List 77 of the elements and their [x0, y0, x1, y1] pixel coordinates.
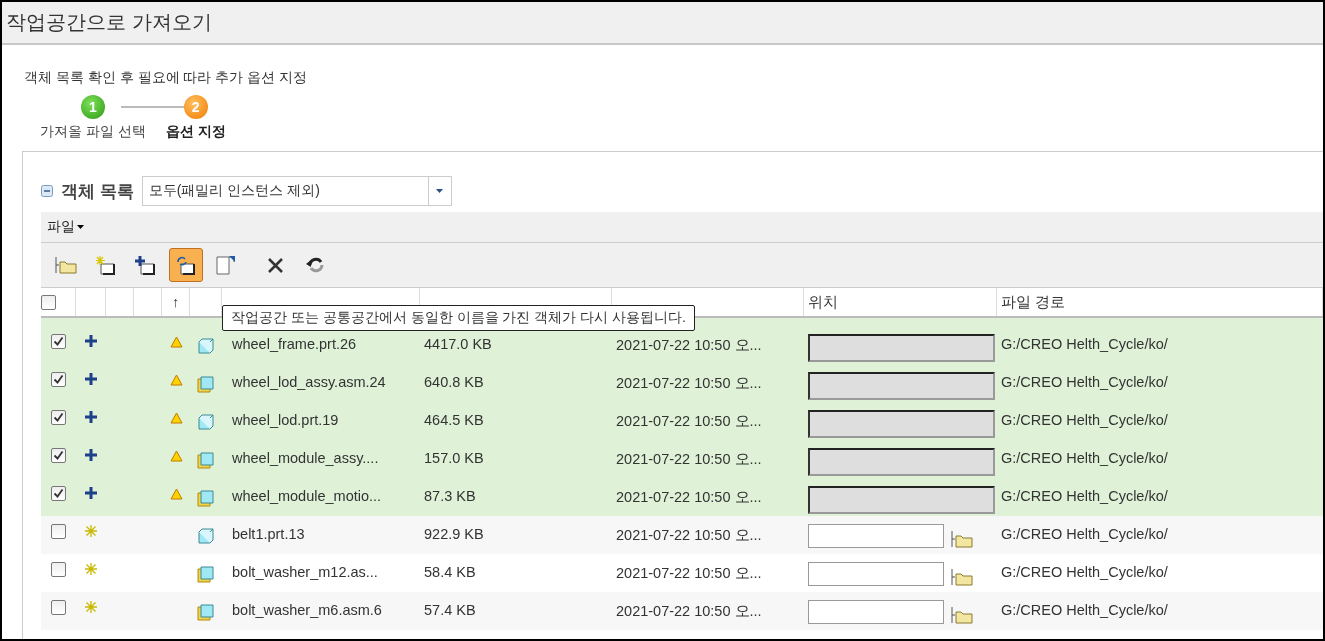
folder-button[interactable] — [950, 604, 974, 624]
file-size: 87.3 KB — [424, 488, 476, 504]
file-size: 464.5 KB — [424, 412, 484, 428]
location-field[interactable] — [808, 524, 944, 548]
file-name: bolt_washer_m12.as... — [232, 564, 378, 580]
column-header[interactable]: ↑ — [171, 294, 180, 310]
file-name: wheel_module_motio... — [232, 488, 382, 504]
plus-box-icon — [134, 254, 158, 276]
window-title: 작업공간으로 가져오기 — [5, 10, 212, 35]
file-size: 640.8 KB — [424, 374, 484, 390]
file-size: 57.4 KB — [424, 602, 476, 618]
file-name: wheel_lod.prt.19 — [232, 412, 339, 428]
table-row[interactable]: wheel_lod.prt.19 464.5 KB 2021-07-22 10:50 오... G:/CREO Helth_Cycle/ko/ — [41, 402, 1323, 440]
table-row[interactable]: wheel_lod_assy.asm.24 640.8 KB 2021-07-22 10:50 오... G:/CREO Helth_Cycle/ko/ — [41, 364, 1323, 402]
table-row[interactable]: wheel_module_motio... 87.3 KB 2021-07-22 10:50 오... G:/CREO Helth_Cycle/ko/ — [41, 478, 1323, 516]
file-size: 4417.0 KB — [424, 336, 492, 352]
reuse-button[interactable] — [169, 248, 203, 282]
modified-date: 2021-07-22 10:50 오... — [616, 412, 762, 431]
filter-dropdown[interactable]: 모두(패밀리 인스턴스 제외) — [141, 176, 452, 206]
modified-date: 2021-07-22 10:50 오... — [616, 602, 762, 621]
collapse-icon[interactable] — [41, 185, 53, 197]
file-path: G:/CREO Helth_Cycle/ko/ — [1001, 602, 1168, 618]
location-field[interactable] — [808, 562, 944, 586]
recycle-box-icon — [174, 254, 198, 276]
row-checkbox[interactable] — [51, 334, 66, 349]
tooltip: 작업공간 또는 공통공간에서 동일한 이름을 가진 객체가 다시 사용됩니다. — [222, 305, 695, 331]
step-label: 가져올 파일 선택 — [40, 123, 146, 141]
row-checkbox[interactable] — [51, 524, 66, 539]
file-path: G:/CREO Helth_Cycle/ko/ — [1001, 450, 1168, 466]
file-path: G:/CREO Helth_Cycle/ko/ — [1001, 526, 1168, 542]
row-checkbox[interactable] — [51, 372, 66, 387]
modified-date: 2021-07-22 10:50 오... — [616, 564, 762, 583]
caret-icon — [436, 189, 444, 193]
table-row[interactable]: bolt_washer_m12.as... 58.4 KB 2021-07-22 10:50 오... G:/CREO Helth_Cycle/ko/ — [41, 554, 1323, 592]
row-checkbox[interactable] — [51, 486, 66, 501]
modified-date: 2021-07-22 10:50 오... — [616, 374, 762, 393]
file-path: G:/CREO Helth_Cycle/ko/ — [1001, 488, 1168, 504]
row-checkbox[interactable] — [51, 448, 66, 463]
step-label: 옵션 지정 — [165, 123, 226, 141]
modified-date: 2021-07-22 10:50 오... — [616, 450, 762, 469]
file-size: 922.9 KB — [424, 526, 484, 542]
file-path: G:/CREO Helth_Cycle/ko/ — [1001, 412, 1168, 428]
table-row[interactable]: bolt_washer_m6.asm.6 57.4 KB 2021-07-22 10:50 오... G:/CREO Helth_Cycle/ko/ — [41, 592, 1323, 630]
location-field[interactable] — [808, 600, 944, 624]
file-name: wheel_frame.prt.26 — [232, 336, 357, 352]
table-row[interactable]: wheel_frame.prt.26 4417.0 KB 2021-07-22 10:50 오... G:/CREO Helth_Cycle/ko/ — [41, 326, 1323, 364]
file-name: bolt_washer_m6.asm.6 — [232, 602, 382, 618]
step-number: 1 — [80, 95, 105, 119]
modified-date: 2021-07-22 10:50 오... — [616, 526, 762, 545]
page-icon — [214, 254, 238, 276]
sparkle-box-icon — [94, 254, 118, 276]
instruction-text: 객체 목록 확인 후 필요에 따라 추가 옵션 지정 — [24, 69, 309, 87]
file-size: 58.4 KB — [424, 564, 476, 580]
file-name: wheel_lod_assy.asm.24 — [232, 374, 386, 390]
select-all-checkbox[interactable] — [41, 294, 56, 310]
file-path: G:/CREO Helth_Cycle/ko/ — [1001, 374, 1168, 390]
column-header[interactable]: 파일 경로 — [1001, 292, 1066, 312]
folder-icon — [54, 254, 78, 276]
file-path: G:/CREO Helth_Cycle/ko/ — [1001, 336, 1168, 352]
caret-icon — [77, 225, 84, 229]
modified-date: 2021-07-22 10:50 오... — [616, 336, 762, 355]
folder-button[interactable] — [950, 566, 974, 586]
column-header[interactable]: 위치 — [808, 292, 838, 312]
file-menu[interactable]: 파일 — [41, 218, 90, 236]
modified-date: 2021-07-22 10:50 오... — [616, 488, 762, 507]
file-name: wheel_module_assy.... — [232, 450, 379, 466]
table-row[interactable]: belt1.prt.13 922.9 KB 2021-07-22 10:50 오... G:/CREO Helth_Cycle/ko/ — [41, 516, 1323, 554]
file-size: 157.0 KB — [424, 450, 484, 466]
row-checkbox[interactable] — [51, 600, 66, 615]
row-checkbox[interactable] — [51, 562, 66, 577]
table-row[interactable]: wheel_module_assy.... 157.0 KB 2021-07-22 10:50 오... G:/CREO Helth_Cycle/ko/ — [41, 440, 1323, 478]
section-title: 객체 목록 — [61, 180, 134, 203]
step-number: 2 — [183, 95, 208, 119]
file-path: G:/CREO Helth_Cycle/ko/ — [1001, 564, 1168, 580]
folder-button[interactable] — [950, 528, 974, 548]
row-checkbox[interactable] — [51, 410, 66, 425]
file-name: belt1.prt.13 — [232, 526, 305, 542]
